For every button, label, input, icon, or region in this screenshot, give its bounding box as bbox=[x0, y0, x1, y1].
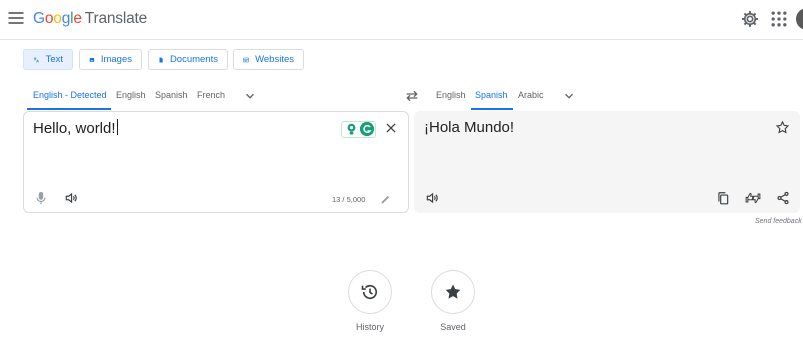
chevron-down-icon bbox=[565, 93, 573, 99]
extension-bulb-button[interactable] bbox=[346, 123, 357, 136]
image-icon bbox=[89, 57, 95, 62]
brand-letter: e bbox=[73, 10, 82, 27]
close-icon bbox=[386, 123, 396, 133]
target-lang-spanish-tab[interactable]: Spanish bbox=[475, 90, 508, 100]
handwriting-button[interactable] bbox=[380, 194, 391, 205]
brand-wordmark: Google bbox=[33, 10, 82, 27]
document-icon bbox=[159, 57, 163, 62]
brand-letter: g bbox=[61, 10, 71, 27]
listen-translation-button[interactable] bbox=[425, 191, 439, 205]
source-lang-more-button[interactable] bbox=[243, 89, 257, 103]
microphone-icon bbox=[36, 191, 46, 205]
target-lang-arabic-tab[interactable]: Arabic bbox=[518, 90, 544, 100]
speaker-icon bbox=[65, 192, 77, 204]
translate-icon bbox=[33, 57, 39, 63]
mode-images-button[interactable]: Images bbox=[79, 49, 142, 70]
grammar-extension-icon bbox=[360, 122, 374, 136]
copy-icon bbox=[718, 192, 729, 205]
google-translate-logo[interactable]: Google Translate bbox=[33, 10, 147, 28]
mode-websites-button[interactable]: Websites bbox=[233, 49, 304, 70]
rate-translation-button[interactable] bbox=[745, 191, 761, 205]
translation-text: ¡Hola Mundo! bbox=[424, 119, 515, 136]
share-icon bbox=[777, 191, 789, 205]
website-icon bbox=[243, 57, 249, 62]
listen-source-button[interactable] bbox=[64, 191, 78, 205]
swap-languages-button[interactable] bbox=[404, 88, 420, 104]
target-lang-more-button[interactable] bbox=[562, 89, 576, 103]
brand-letter: o bbox=[53, 10, 62, 27]
target-lang-active-indicator bbox=[471, 108, 513, 110]
thumbs-up-down-icon bbox=[745, 192, 761, 204]
source-lang-english-tab[interactable]: English bbox=[116, 90, 146, 100]
mode-label: Documents bbox=[169, 54, 218, 65]
brand-letter: G bbox=[33, 10, 45, 27]
chevron-down-icon bbox=[246, 93, 254, 99]
hamburger-icon bbox=[8, 12, 24, 24]
text-cursor bbox=[116, 119, 118, 135]
google-apps-button[interactable] bbox=[769, 9, 789, 29]
apps-grid-icon bbox=[771, 11, 787, 27]
saved-button[interactable] bbox=[431, 270, 475, 314]
share-translation-button[interactable] bbox=[776, 191, 790, 205]
send-feedback-link[interactable]: Send feedback bbox=[755, 218, 802, 225]
settings-button[interactable] bbox=[740, 9, 760, 29]
history-button[interactable] bbox=[348, 270, 392, 314]
mode-text-button[interactable]: Text bbox=[23, 49, 73, 70]
clear-source-button[interactable] bbox=[384, 121, 398, 135]
copy-translation-button[interactable] bbox=[716, 191, 730, 205]
mode-documents-button[interactable]: Documents bbox=[148, 49, 228, 70]
source-lang-active-indicator bbox=[27, 108, 111, 110]
star-filled-icon bbox=[445, 284, 461, 299]
character-count: 13 / 5,000 bbox=[332, 195, 366, 204]
history-icon bbox=[361, 284, 378, 300]
star-outline-icon bbox=[775, 120, 790, 134]
target-lang-english-tab[interactable]: English bbox=[436, 90, 466, 100]
speaker-icon bbox=[426, 192, 438, 204]
history-label: History bbox=[355, 322, 384, 332]
source-text-input[interactable]: Hello, world! bbox=[33, 119, 118, 137]
saved-label: Saved bbox=[440, 322, 466, 332]
source-lang-french-tab[interactable]: French bbox=[197, 90, 225, 100]
gear-icon bbox=[742, 11, 758, 27]
mode-label: Images bbox=[100, 54, 132, 65]
pencil-icon bbox=[381, 195, 390, 204]
main-menu-button[interactable] bbox=[6, 8, 26, 28]
mode-label: Websites bbox=[255, 54, 294, 65]
voice-input-button[interactable] bbox=[35, 191, 47, 205]
grammar-extension-button[interactable] bbox=[360, 122, 374, 136]
source-lang-spanish-tab[interactable]: Spanish bbox=[155, 90, 188, 100]
mode-label: Text bbox=[45, 54, 63, 65]
swap-arrows-icon bbox=[406, 90, 418, 102]
source-text-value: Hello, world! bbox=[33, 120, 116, 137]
source-lang-detected-tab[interactable]: English - Detected bbox=[33, 90, 107, 100]
product-name: Translate bbox=[84, 10, 148, 27]
save-translation-button[interactable] bbox=[775, 120, 790, 135]
lightbulb-icon bbox=[347, 123, 356, 135]
